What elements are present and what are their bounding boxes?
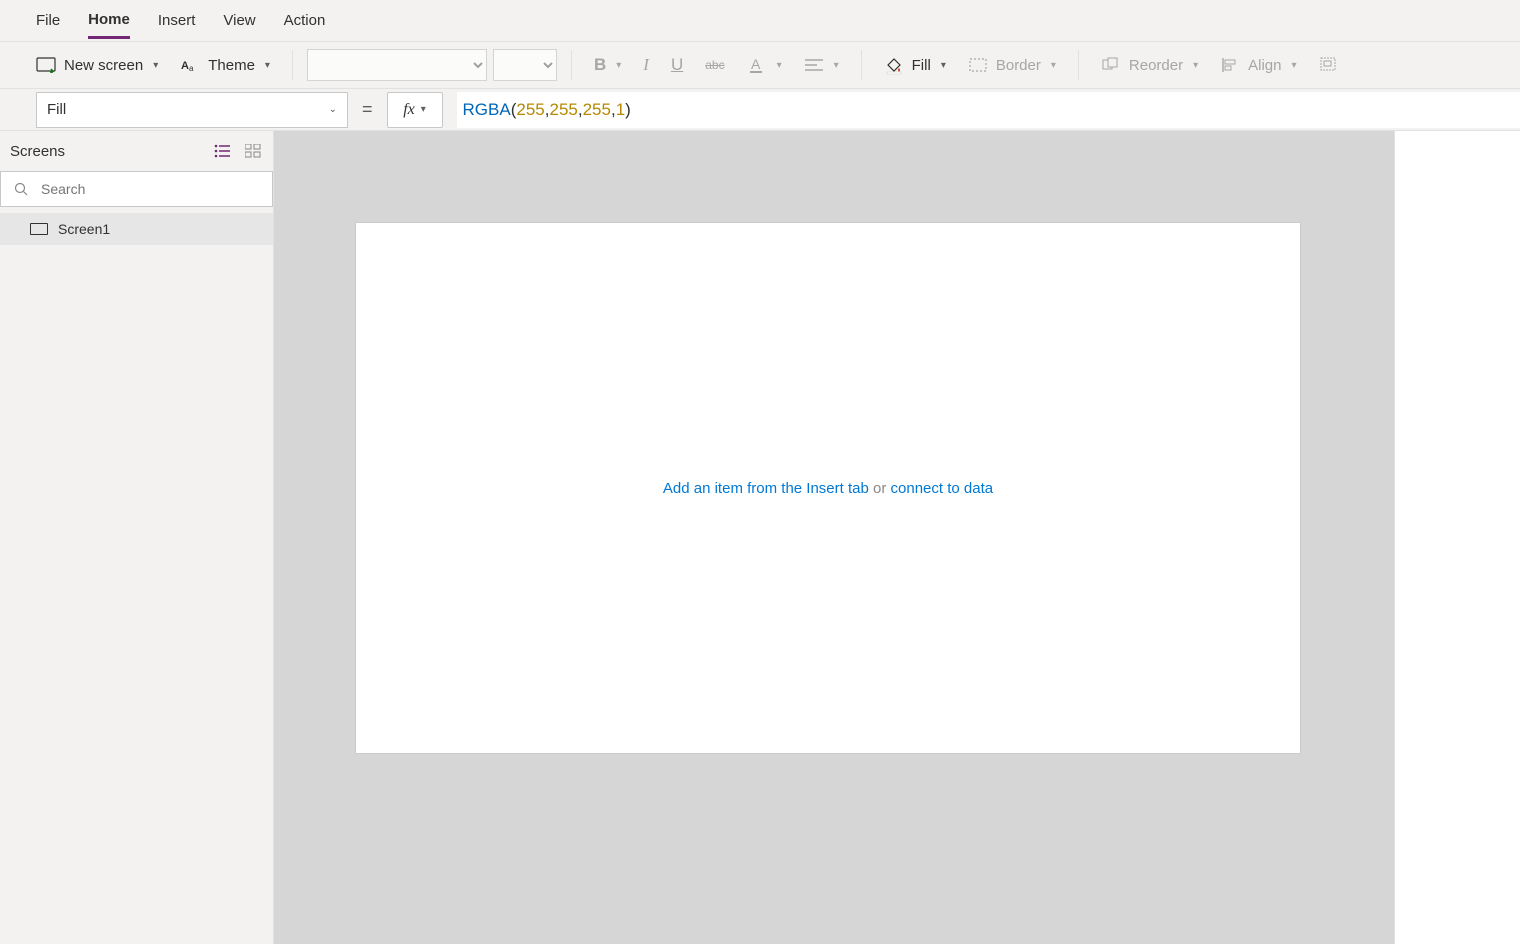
theme-label: Theme [208, 57, 255, 74]
properties-panel-edge [1394, 131, 1520, 944]
border-label: Border [996, 57, 1041, 74]
screen-icon [30, 223, 48, 235]
search-icon [11, 179, 31, 199]
fill-label: Fill [912, 57, 931, 74]
tree-view-header: Screens [0, 131, 273, 171]
underline-icon: U [671, 55, 683, 75]
chevron-down-icon: ▾ [777, 60, 782, 71]
view-toggle-group [213, 141, 263, 161]
strikethrough-icon: abc [705, 58, 724, 72]
separator [292, 50, 293, 80]
bold-button[interactable]: B ▾ [586, 49, 629, 81]
canvas-placeholder: Add an item from the Insert tab or conne… [663, 480, 993, 497]
chevron-down-icon: ⌄ [329, 104, 337, 115]
formula-input[interactable]: RGBA(255, 255, 255, 1) [457, 92, 1520, 128]
font-color-icon: A [747, 55, 767, 75]
reorder-icon [1101, 55, 1121, 75]
theme-icon: Aa [180, 55, 200, 75]
italic-icon: I [643, 55, 649, 75]
list-view-icon[interactable] [213, 141, 233, 161]
workspace: Screens Screen1 [0, 131, 1520, 944]
new-screen-button[interactable]: New screen ▾ [28, 49, 166, 81]
tree-item-screen[interactable]: Screen1 [0, 213, 273, 245]
search-wrap [0, 171, 273, 207]
tree-item-label: Screen1 [58, 221, 110, 237]
placeholder-or: or [869, 480, 891, 497]
chevron-down-icon: ▾ [265, 60, 270, 71]
formula-token-rparen: ) [625, 100, 631, 120]
align-icon [1220, 55, 1240, 75]
font-family-select[interactable] [307, 49, 487, 81]
formula-token-num: 1 [616, 100, 625, 120]
fx-button[interactable]: fx ▾ [387, 92, 443, 128]
menu-bar: File Home Insert View Action [0, 0, 1520, 42]
artboard[interactable]: Add an item from the Insert tab or conne… [356, 223, 1300, 753]
reorder-label: Reorder [1129, 57, 1183, 74]
canvas-area[interactable]: Add an item from the Insert tab or conne… [274, 131, 1520, 944]
group-icon [1319, 55, 1339, 75]
chevron-down-icon: ▾ [616, 60, 621, 71]
new-screen-label: New screen [64, 57, 143, 74]
insert-tab-link[interactable]: Add an item from the Insert tab [663, 480, 869, 497]
separator [861, 50, 862, 80]
new-screen-icon [36, 55, 56, 75]
svg-text:A: A [181, 60, 189, 72]
search-box[interactable] [0, 171, 273, 207]
chevron-down-icon: ▾ [421, 104, 426, 115]
bold-icon: B [594, 55, 606, 75]
italic-button[interactable]: I [635, 49, 657, 81]
separator [1078, 50, 1079, 80]
separator [571, 50, 572, 80]
formula-token-func: RGBA [463, 100, 511, 120]
chevron-down-icon: ▾ [1051, 60, 1056, 71]
font-color-button[interactable]: A ▾ [739, 49, 790, 81]
chevron-down-icon: ▾ [1193, 60, 1198, 71]
menu-file[interactable]: File [36, 4, 60, 37]
group-button[interactable] [1311, 49, 1341, 81]
ribbon: New screen ▾ Aa Theme ▾ B ▾ I U abc A ▾ … [0, 42, 1520, 89]
theme-button[interactable]: Aa Theme ▾ [172, 49, 278, 81]
svg-text:A: A [751, 56, 761, 72]
menu-home[interactable]: Home [88, 3, 130, 39]
border-button[interactable]: Border ▾ [960, 49, 1064, 81]
chevron-down-icon: ▾ [153, 60, 158, 71]
align-button[interactable]: Align ▾ [1212, 49, 1304, 81]
property-name: Fill [47, 101, 66, 118]
screen-tree: Screen1 [0, 207, 273, 251]
tree-view-panel: Screens Screen1 [0, 131, 274, 944]
reorder-button[interactable]: Reorder ▾ [1093, 49, 1206, 81]
text-align-icon [804, 55, 824, 75]
menu-action[interactable]: Action [284, 4, 326, 37]
fx-label: fx [403, 101, 415, 119]
svg-text:a: a [189, 64, 194, 73]
search-input[interactable] [39, 180, 262, 198]
connect-data-link[interactable]: connect to data [891, 480, 994, 497]
tree-view-title: Screens [10, 143, 65, 160]
equals-sign: = [362, 99, 373, 120]
fill-button[interactable]: Fill ▾ [876, 49, 954, 81]
thumbnail-view-icon[interactable] [243, 141, 263, 161]
formula-token-num: 255 [583, 100, 611, 120]
align-label: Align [1248, 57, 1281, 74]
chevron-down-icon: ▾ [941, 60, 946, 71]
chevron-down-icon: ▾ [1292, 60, 1297, 71]
chevron-down-icon: ▾ [834, 60, 839, 71]
font-size-select[interactable] [493, 49, 557, 81]
border-icon [968, 55, 988, 75]
formula-token-num: 255 [549, 100, 577, 120]
paint-bucket-icon [884, 55, 904, 75]
menu-view[interactable]: View [223, 4, 255, 37]
menu-insert[interactable]: Insert [158, 4, 196, 37]
underline-button[interactable]: U [663, 49, 691, 81]
text-align-button[interactable]: ▾ [796, 49, 847, 81]
strikethrough-button[interactable]: abc [697, 52, 732, 78]
formula-token-num: 255 [516, 100, 544, 120]
formula-bar: Fill ⌄ = fx ▾ RGBA(255, 255, 255, 1) [0, 89, 1520, 131]
property-select[interactable]: Fill ⌄ [36, 92, 348, 128]
